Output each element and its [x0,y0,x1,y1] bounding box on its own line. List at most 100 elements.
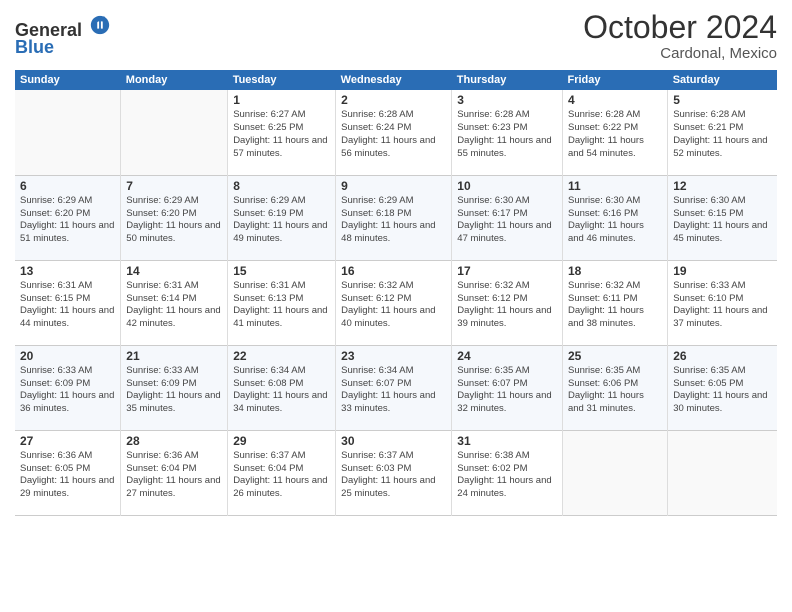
calendar-cell [121,90,228,175]
calendar-cell: 10 Sunrise: 6:30 AMSunset: 6:17 PMDayligh… [452,175,563,260]
calendar-cell: 30 Sunrise: 6:37 AMSunset: 6:03 PMDayligh… [336,430,452,515]
calendar-cell: 26 Sunrise: 6:35 AMSunset: 6:05 PMDayligh… [668,345,777,430]
calendar-cell: 18 Sunrise: 6:32 AMSunset: 6:11 PMDayligh… [562,260,667,345]
day-info: Sunrise: 6:36 AMSunset: 6:04 PMDaylight:… [126,450,222,501]
day-info: Sunrise: 6:34 AMSunset: 6:07 PMDaylight:… [341,365,446,416]
calendar-cell: 20 Sunrise: 6:33 AMSunset: 6:09 PMDayligh… [15,345,121,430]
calendar-cell: 12 Sunrise: 6:30 AMSunset: 6:15 PMDayligh… [668,175,777,260]
day-number: 7 [126,179,222,193]
day-info: Sunrise: 6:35 AMSunset: 6:05 PMDaylight:… [673,365,772,416]
month-header: October 2024 Cardonal, Mexico [583,10,777,62]
day-info: Sunrise: 6:29 AMSunset: 6:20 PMDaylight:… [126,195,222,246]
calendar-cell: 24 Sunrise: 6:35 AMSunset: 6:07 PMDayligh… [452,345,563,430]
location: Cardonal, Mexico [583,45,777,62]
weekday-wednesday: Wednesday [336,70,452,90]
calendar-cell: 1 Sunrise: 6:27 AMSunset: 6:25 PMDaylight… [228,90,336,175]
day-number: 3 [457,93,557,107]
day-number: 8 [233,179,330,193]
calendar-cell: 17Sunrise: 6:32 AMSunset: 6:12 PMDayligh… [452,260,563,345]
day-number: 11 [568,179,662,193]
page-header: General Blue October 2024 Cardonal, Mexi… [15,10,777,62]
calendar-week-1: 1 Sunrise: 6:27 AMSunset: 6:25 PMDaylight… [15,90,777,175]
day-info: Sunrise: 6:34 AMSunset: 6:08 PMDaylight:… [233,365,330,416]
day-number: 6 [20,179,115,193]
day-number: 19 [673,264,772,278]
day-number: 9 [341,179,446,193]
calendar-week-2: 6 Sunrise: 6:29 AMSunset: 6:20 PMDaylight… [15,175,777,260]
calendar-cell: 31 Sunrise: 6:38 AMSunset: 6:02 PMDayligh… [452,430,563,515]
day-number: 25 [568,349,662,363]
calendar-cell [668,430,777,515]
day-info: Sunrise: 6:29 AMSunset: 6:20 PMDaylight:… [20,195,115,246]
calendar-cell: 28 Sunrise: 6:36 AMSunset: 6:04 PMDayligh… [121,430,228,515]
day-info: Sunrise: 6:30 AMSunset: 6:16 PMDaylight:… [568,195,662,246]
day-info: Sunrise: 6:38 AMSunset: 6:02 PMDaylight:… [457,450,557,501]
calendar-cell: 19Sunrise: 6:33 AMSunset: 6:10 PMDayligh… [668,260,777,345]
day-number: 21 [126,349,222,363]
day-info: Sunrise: 6:30 AMSunset: 6:15 PMDaylight:… [673,195,772,246]
day-number: 4 [568,93,662,107]
weekday-tuesday: Tuesday [228,70,336,90]
month-title: October 2024 [583,10,777,45]
day-info: Sunrise: 6:31 AMSunset: 6:15 PMDaylight:… [20,280,115,331]
calendar-cell: 23 Sunrise: 6:34 AMSunset: 6:07 PMDayligh… [336,345,452,430]
calendar-cell: 25 Sunrise: 6:35 AMSunset: 6:06 PMDayligh… [562,345,667,430]
calendar-cell: 16 Sunrise: 6:32 AMSunset: 6:12 PMDayligh… [336,260,452,345]
calendar-cell: 8 Sunrise: 6:29 AMSunset: 6:19 PMDaylight… [228,175,336,260]
weekday-monday: Monday [121,70,228,90]
day-info: Sunrise: 6:36 AMSunset: 6:05 PMDaylight:… [20,450,115,501]
day-number: 27 [20,434,115,448]
calendar-cell: 2Sunrise: 6:28 AMSunset: 6:24 PMDaylight… [336,90,452,175]
day-number: 17 [457,264,557,278]
day-info: Sunrise: 6:32 AMSunset: 6:12 PMDaylight:… [341,280,446,331]
day-number: 23 [341,349,446,363]
calendar-cell: 7 Sunrise: 6:29 AMSunset: 6:20 PMDaylight… [121,175,228,260]
calendar-cell: 13 Sunrise: 6:31 AMSunset: 6:15 PMDayligh… [15,260,121,345]
logo-icon [89,14,111,36]
weekday-header-row: SundayMondayTuesdayWednesdayThursdayFrid… [15,70,777,90]
day-info: Sunrise: 6:33 AMSunset: 6:09 PMDaylight:… [126,365,222,416]
calendar-cell: 3 Sunrise: 6:28 AMSunset: 6:23 PMDaylight… [452,90,563,175]
day-number: 12 [673,179,772,193]
day-info: Sunrise: 6:35 AMSunset: 6:06 PMDaylight:… [568,365,662,416]
calendar-cell: 4Sunrise: 6:28 AMSunset: 6:22 PMDaylight… [562,90,667,175]
day-info: Sunrise: 6:37 AMSunset: 6:03 PMDaylight:… [341,450,446,501]
calendar-cell: 14Sunrise: 6:31 AMSunset: 6:14 PMDayligh… [121,260,228,345]
day-number: 10 [457,179,557,193]
logo-text: General Blue [15,14,111,58]
day-info: Sunrise: 6:31 AMSunset: 6:14 PMDaylight:… [126,280,222,331]
day-number: 31 [457,434,557,448]
calendar-cell: 22Sunrise: 6:34 AMSunset: 6:08 PMDayligh… [228,345,336,430]
day-number: 15 [233,264,330,278]
weekday-saturday: Saturday [668,70,777,90]
calendar-cell [15,90,121,175]
day-number: 30 [341,434,446,448]
day-info: Sunrise: 6:29 AMSunset: 6:19 PMDaylight:… [233,195,330,246]
day-number: 16 [341,264,446,278]
day-number: 5 [673,93,772,107]
weekday-thursday: Thursday [452,70,563,90]
day-number: 24 [457,349,557,363]
calendar-cell: 9Sunrise: 6:29 AMSunset: 6:18 PMDaylight… [336,175,452,260]
day-number: 20 [20,349,115,363]
calendar-week-3: 13 Sunrise: 6:31 AMSunset: 6:15 PMDayligh… [15,260,777,345]
day-info: Sunrise: 6:28 AMSunset: 6:23 PMDaylight:… [457,109,557,160]
weekday-sunday: Sunday [15,70,121,90]
calendar-week-4: 20 Sunrise: 6:33 AMSunset: 6:09 PMDayligh… [15,345,777,430]
day-number: 28 [126,434,222,448]
day-info: Sunrise: 6:33 AMSunset: 6:09 PMDaylight:… [20,365,115,416]
day-info: Sunrise: 6:32 AMSunset: 6:11 PMDaylight:… [568,280,662,331]
logo: General Blue [15,14,111,58]
day-info: Sunrise: 6:27 AMSunset: 6:25 PMDaylight:… [233,109,330,160]
calendar-cell: 27 Sunrise: 6:36 AMSunset: 6:05 PMDayligh… [15,430,121,515]
calendar-body: 1 Sunrise: 6:27 AMSunset: 6:25 PMDaylight… [15,90,777,515]
day-number: 26 [673,349,772,363]
day-info: Sunrise: 6:30 AMSunset: 6:17 PMDaylight:… [457,195,557,246]
day-number: 13 [20,264,115,278]
day-info: Sunrise: 6:28 AMSunset: 6:24 PMDaylight:… [341,109,446,160]
day-number: 18 [568,264,662,278]
day-number: 29 [233,434,330,448]
day-number: 1 [233,93,330,107]
calendar-week-5: 27 Sunrise: 6:36 AMSunset: 6:05 PMDayligh… [15,430,777,515]
day-info: Sunrise: 6:35 AMSunset: 6:07 PMDaylight:… [457,365,557,416]
